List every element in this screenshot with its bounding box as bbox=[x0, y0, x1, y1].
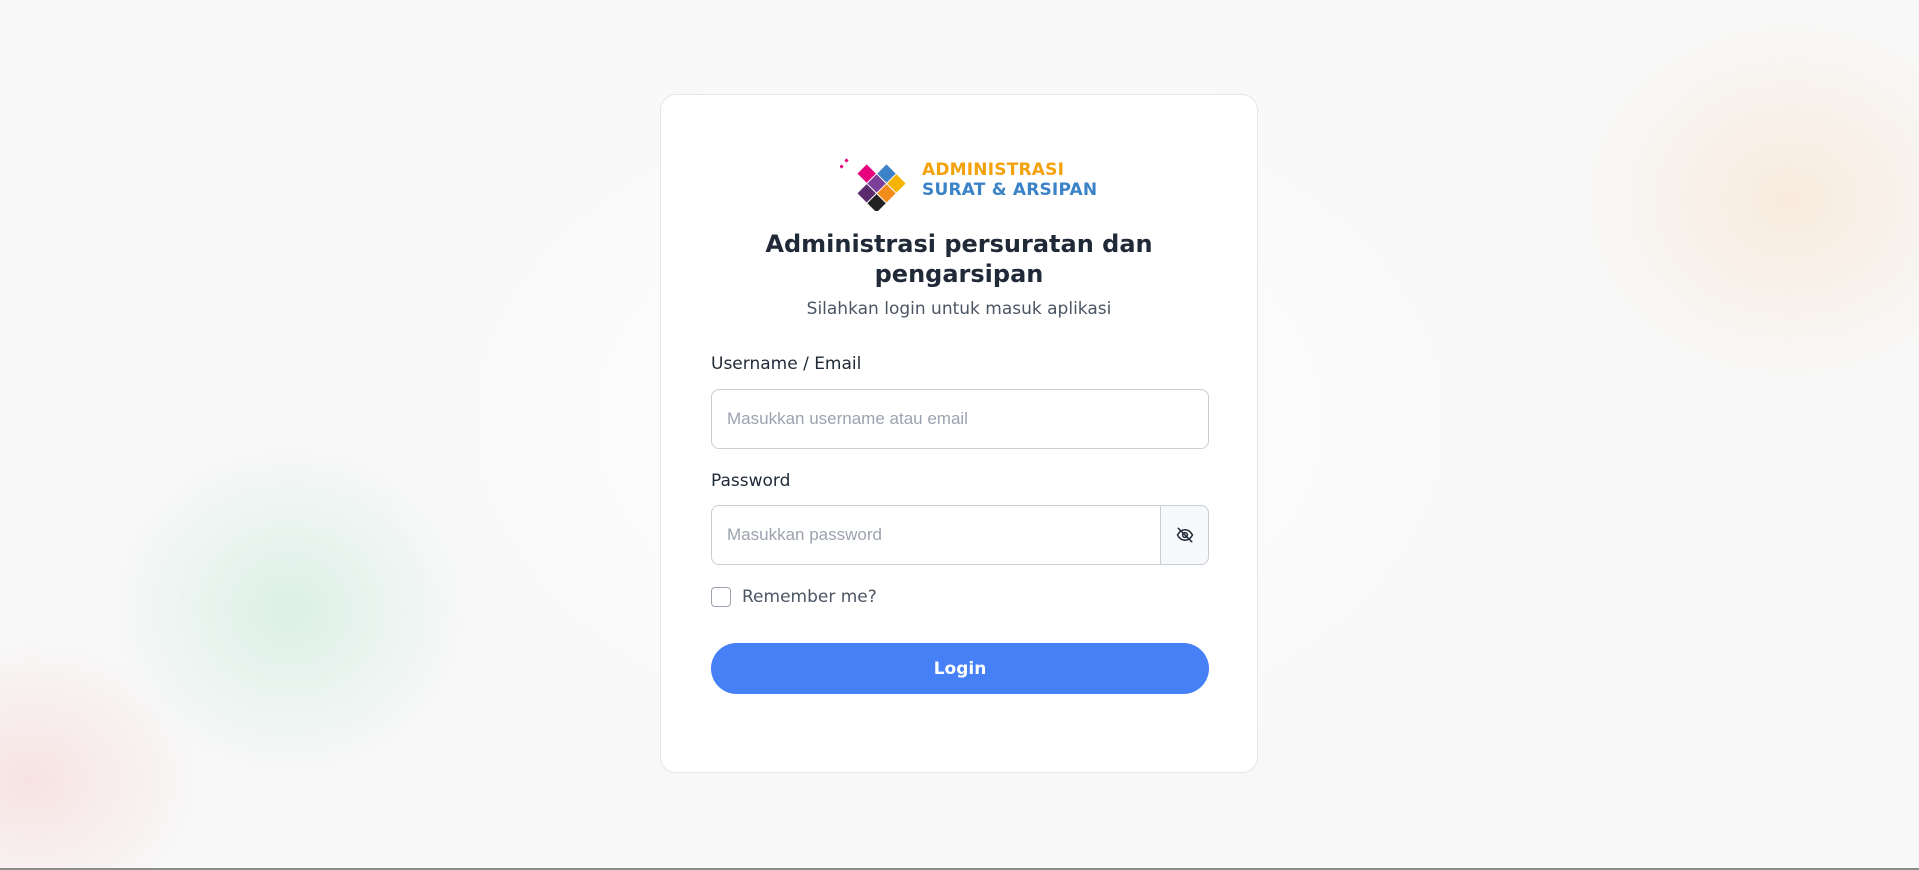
page-title-line-2: pengarsipan bbox=[874, 260, 1044, 288]
logo-mark-icon bbox=[840, 158, 906, 211]
logo-line-1: ADMINISTRASI bbox=[922, 160, 1065, 180]
username-input[interactable] bbox=[711, 389, 1209, 449]
app-logo: ADMINISTRASI SURAT & ARSIPAN bbox=[840, 157, 1097, 211]
password-visibility-toggle[interactable] bbox=[1160, 505, 1209, 565]
page-title-line-1: Administrasi persuratan dan bbox=[765, 230, 1153, 258]
eye-slash-icon bbox=[1176, 527, 1193, 543]
login-card: ADMINISTRASI SURAT & ARSIPAN Administras… bbox=[660, 94, 1258, 773]
remember-me-checkbox[interactable] bbox=[711, 587, 731, 607]
username-label: Username / Email bbox=[711, 354, 862, 374]
page-title: Administrasi persuratan dan pengarsipan bbox=[661, 229, 1257, 289]
logo-text: ADMINISTRASI SURAT & ARSIPAN bbox=[922, 157, 1097, 200]
page-subtitle: Silahkan login untuk masuk aplikasi bbox=[806, 299, 1112, 319]
password-input[interactable] bbox=[711, 505, 1161, 565]
logo-line-2: SURAT & ARSIPAN bbox=[922, 180, 1098, 200]
remember-me-label[interactable]: Remember me? bbox=[742, 586, 877, 608]
password-label: Password bbox=[711, 471, 791, 491]
login-button[interactable]: Login bbox=[711, 643, 1209, 694]
